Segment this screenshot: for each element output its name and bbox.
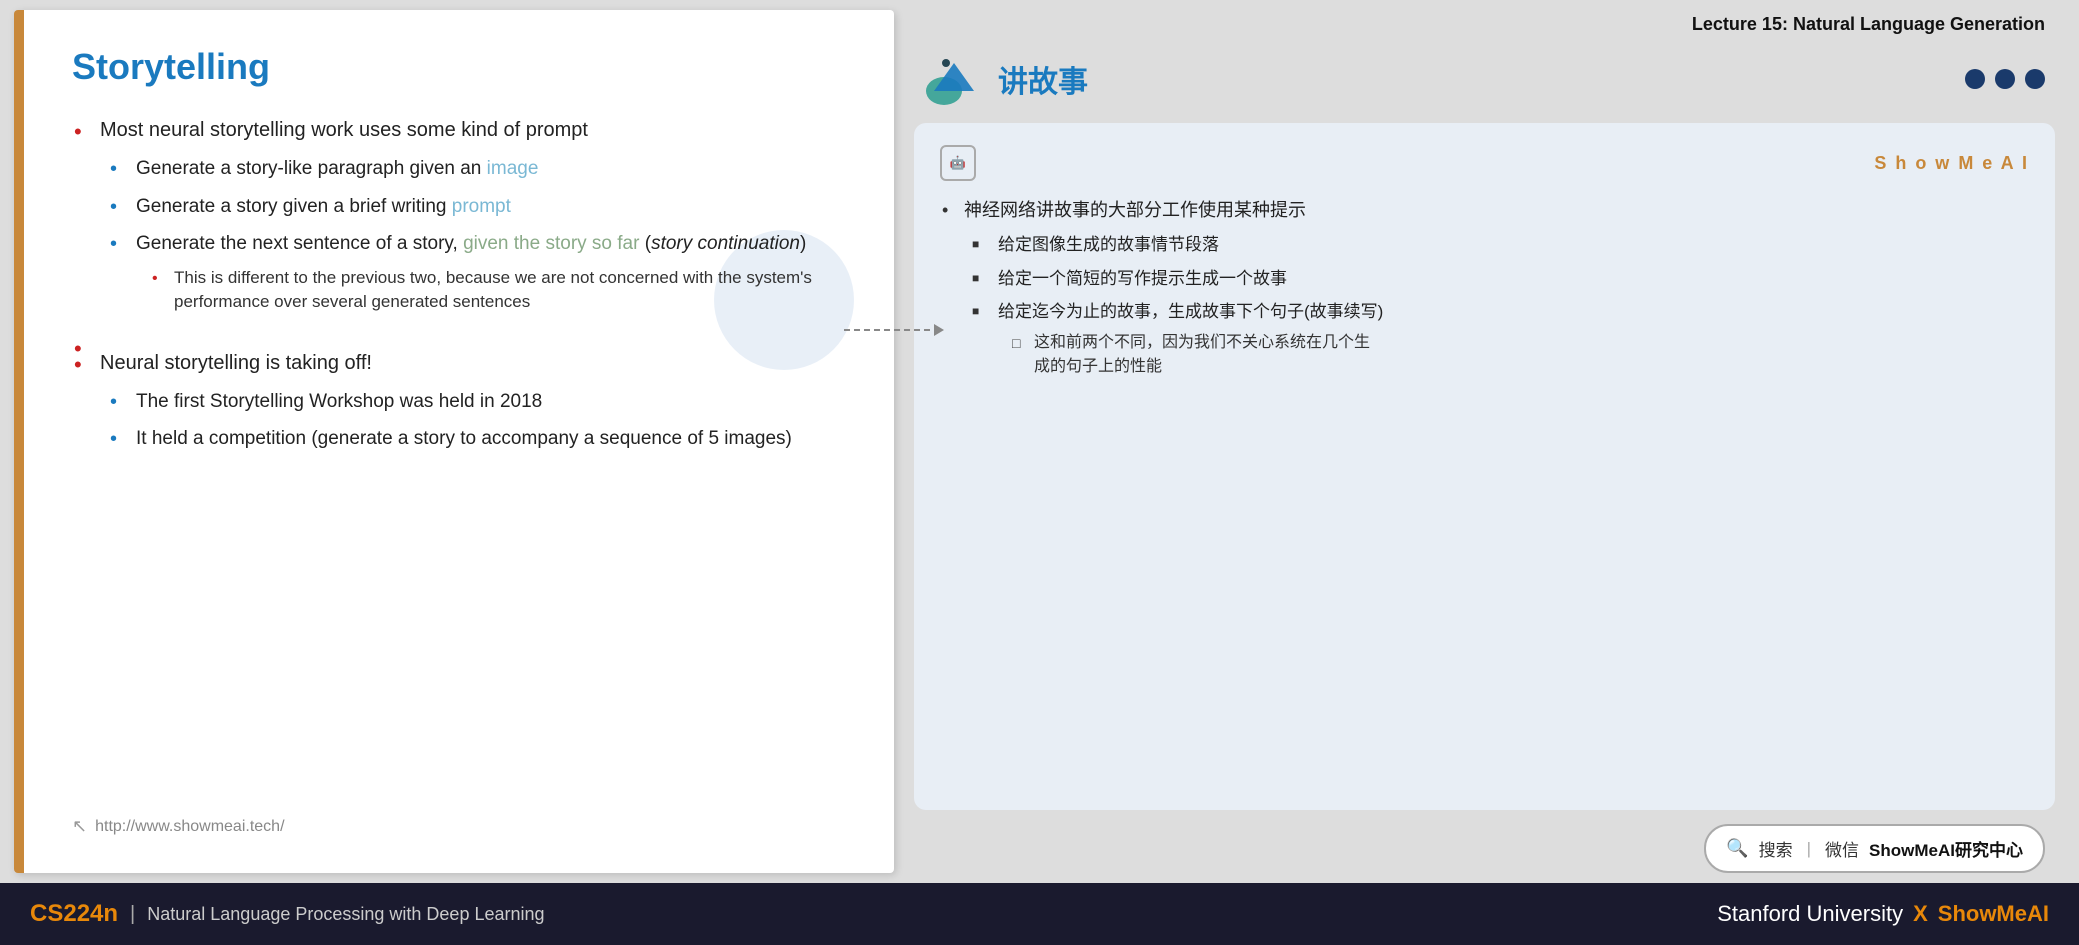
sub-bullet-2-1: The first Storytelling Workshop was held…	[110, 388, 854, 416]
bottom-subtitle: Natural Language Processing with Deep Le…	[147, 904, 544, 925]
search-wechat: 微信	[1825, 836, 1859, 861]
x-mark: X	[1913, 901, 1928, 927]
footer-url: http://www.showmeai.tech/	[95, 818, 284, 836]
bullet-2: Neural storytelling is taking off! The f…	[72, 349, 854, 453]
bullet-1-text: Most neural storytelling work uses some …	[100, 119, 588, 141]
sub-list-2: The first Storytelling Workshop was held…	[100, 388, 854, 453]
search-divider: |	[1807, 839, 1811, 859]
stanford-label: Stanford University	[1717, 901, 1903, 927]
cn-sub-1-3: 给定迄今为止的故事，生成故事下个句子(故事续写) 这和前两个不同，因为我们不关心…	[972, 299, 2029, 379]
cursor-icon: ↖	[72, 816, 87, 837]
main-bullet-list: Most neural storytelling work uses some …	[72, 116, 854, 816]
cn-sub-sub-1: 这和前两个不同，因为我们不关心系统在几个生成的句子上的性能	[1012, 331, 2029, 379]
search-bar: 🔍 搜索 | 微信 ShowMeAI研究中心	[914, 824, 2055, 873]
right-header: 讲故事	[914, 49, 2055, 109]
search-box[interactable]: 🔍 搜索 | 微信 ShowMeAI研究中心	[1704, 824, 2045, 873]
card-header: 🤖 S h o w M e A I	[940, 145, 2029, 181]
right-content: 讲故事 🤖 S h o w M e A I	[914, 49, 2055, 873]
dot-3	[2025, 69, 2045, 89]
search-bold-text: ShowMeAI研究中心	[1869, 836, 2023, 861]
cs224n-label: CS224n	[30, 900, 118, 928]
slide-panel: Storytelling Most neural storytelling wo…	[14, 10, 894, 873]
sub-bullet-1-2: Generate a story given a brief writing p…	[110, 193, 854, 221]
content-area: Storytelling Most neural storytelling wo…	[0, 0, 2079, 883]
italic-story-continuation: story continuation	[651, 233, 800, 254]
sub-list-1: Generate a story-like paragraph given an…	[100, 155, 854, 315]
bullet-2-text: Neural storytelling is taking off!	[100, 352, 372, 374]
right-panel: Lecture 15: Natural Language Generation	[894, 10, 2065, 873]
highlight-image: image	[487, 158, 539, 179]
cn-sub-1-1: 给定图像生成的故事情节段落	[972, 232, 2029, 258]
bottom-bar: CS224n | Natural Language Processing wit…	[0, 883, 2079, 945]
bottom-divider: |	[130, 903, 135, 926]
chinese-title-row: 讲故事	[924, 49, 1088, 109]
bullet-1: Most neural storytelling work uses some …	[72, 116, 854, 315]
bottom-right: Stanford University X ShowMeAI	[1717, 901, 2049, 927]
highlight-story-so-far: given the story so far	[463, 233, 639, 254]
search-text: 搜索	[1759, 836, 1793, 861]
sub-bullet-2-2: It held a competition (generate a story …	[110, 425, 854, 453]
showmeai-right-label: ShowMeAI	[1938, 901, 2049, 927]
lecture-title: Lecture 15: Natural Language Generation	[914, 10, 2055, 35]
sub-bullet-1-3: Generate the next sentence of a story, g…	[110, 230, 854, 315]
dot-1	[1965, 69, 1985, 89]
ai-badge: 🤖	[940, 145, 976, 181]
bottom-left: CS224n | Natural Language Processing wit…	[30, 900, 545, 928]
highlight-prompt: prompt	[452, 196, 511, 217]
story-icon	[924, 49, 984, 109]
search-icon: 🔍	[1726, 838, 1748, 859]
cn-sub-list-1: 给定图像生成的故事情节段落 给定一个简短的写作提示生成一个故事 给定迄今为止的故…	[964, 232, 2029, 379]
main-container: Storytelling Most neural storytelling wo…	[0, 0, 2079, 945]
sub-sub-bullet-1: This is different to the previous two, b…	[152, 266, 854, 315]
chinese-title: 讲故事	[998, 57, 1088, 101]
cn-bullet-list: 神经网络讲故事的大部分工作使用某种提示 给定图像生成的故事情节段落 给定一个简短…	[940, 197, 2029, 379]
slide-title: Storytelling	[72, 46, 854, 88]
spacer: .	[72, 333, 854, 339]
sub-sub-list-1: This is different to the previous two, b…	[136, 266, 854, 315]
sub-bullet-1-1: Generate a story-like paragraph given an…	[110, 155, 854, 183]
cn-bullet-1-text: 神经网络讲故事的大部分工作使用某种提示	[964, 200, 1306, 220]
ai-badge-text: 🤖	[950, 155, 966, 171]
dot-nav	[1965, 69, 2045, 89]
cn-bullet-1: 神经网络讲故事的大部分工作使用某种提示 给定图像生成的故事情节段落 给定一个简短…	[940, 197, 2029, 379]
translation-card: 🤖 S h o w M e A I 神经网络讲故事的大部分工作使用某种提示 给定…	[914, 123, 2055, 810]
slide-footer: ↖ http://www.showmeai.tech/	[72, 816, 854, 837]
dot-2	[1995, 69, 2015, 89]
showmeai-label: S h o w M e A I	[1874, 153, 2029, 174]
cn-sub-sub-list-1: 这和前两个不同，因为我们不关心系统在几个生成的句子上的性能	[998, 331, 2029, 379]
cn-sub-1-2: 给定一个简短的写作提示生成一个故事	[972, 266, 2029, 292]
